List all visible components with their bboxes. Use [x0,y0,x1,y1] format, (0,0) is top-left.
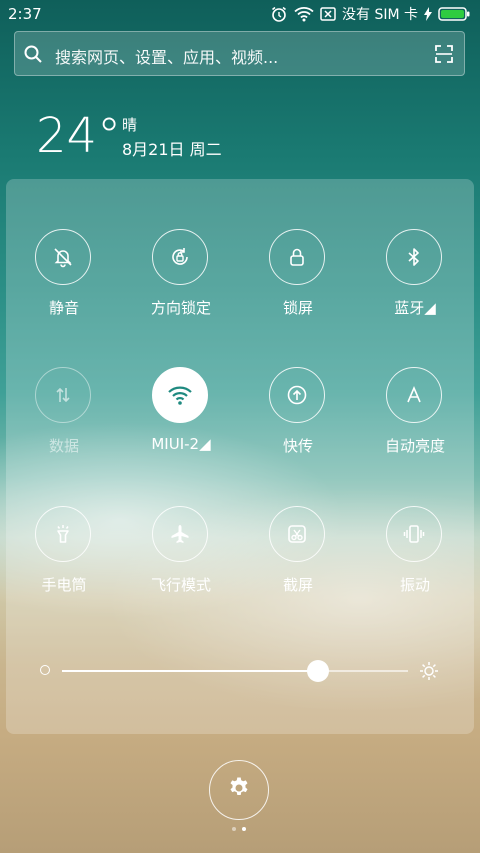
wifi-icon [152,367,208,423]
brightness-slider[interactable] [40,658,440,684]
toggle-auto-brightness[interactable]: 自动亮度 [357,367,473,477]
brightness-high-icon [418,660,440,686]
settings-button[interactable] [209,760,269,820]
toggle-label: MIUI-2◢ [151,435,211,453]
alarm-icon [270,5,288,23]
search-icon [23,44,43,68]
search-bar[interactable]: 搜索网页、设置、应用、视频... [14,31,465,76]
toggle-label: 数据 [48,437,79,455]
toggle-silent[interactable]: 静音 [6,229,122,339]
gear-icon [227,776,251,804]
quick-settings-panel: 静音 方向锁定 锁屏 蓝牙◢ 数据 MIUI-2◢ 快传 自动亮度 手电筒 飞行… [6,179,474,734]
toggle-label: 快传 [282,437,313,455]
bluetooth-icon [386,229,442,285]
toggle-vibrate[interactable]: 振动 [357,506,473,616]
toggle-airplane[interactable]: 飞行模式 [123,506,239,616]
page-indicator [232,827,246,831]
toggle-label: 自动亮度 [384,437,445,455]
toggle-label: 静音 [48,299,79,317]
airplane-icon [152,506,208,562]
data-arrows-icon [35,367,91,423]
brightness-fill [62,670,319,672]
scissors-icon [269,506,325,562]
status-icons: 没有 SIM 卡 [270,4,470,24]
flashlight-icon [35,506,91,562]
toggle-label: 截屏 [282,576,313,594]
toggle-quick-share[interactable]: 快传 [240,367,356,477]
page-dot-active [242,827,246,831]
brightness-thumb[interactable] [307,660,330,682]
lock-icon [269,229,325,285]
battery-icon [438,6,470,22]
search-placeholder: 搜索网页、设置、应用、视频... [55,48,279,67]
bell-off-icon [35,229,91,285]
page-dot [232,827,236,831]
toggle-flashlight[interactable]: 手电筒 [6,506,122,616]
upload-icon [269,367,325,423]
toggle-label: 蓝牙◢ [394,299,436,317]
vibrate-icon [386,506,442,562]
sim-status-text: 没有 SIM 卡 [342,7,418,23]
sim-none-icon [320,6,336,22]
weather-widget[interactable]: 24° 晴 8月21日 周二 [36,108,222,164]
weather-date: 8月21日 周二 [122,140,222,159]
status-bar: 2:37 没有 SIM 卡 [0,0,480,28]
wifi-icon [294,6,314,22]
toggle-data[interactable]: 数据 [6,367,122,477]
scan-icon[interactable] [434,44,454,68]
toggle-label: 方向锁定 [150,299,211,317]
weather-condition: 晴 [122,116,138,134]
toggle-bluetooth[interactable]: 蓝牙◢ [357,229,473,339]
toggle-label: 锁屏 [282,299,313,317]
toggle-screenshot[interactable]: 截屏 [240,506,356,616]
toggle-wifi[interactable]: MIUI-2◢ [123,367,239,477]
status-time: 2:37 [8,5,42,23]
toggle-label: 飞行模式 [150,576,211,594]
toggle-label: 手电筒 [41,576,87,594]
rotation-lock-icon [152,229,208,285]
charging-icon [424,7,432,21]
toggle-lock-screen[interactable]: 锁屏 [240,229,356,339]
letter-a-icon [386,367,442,423]
toggle-rotation-lock[interactable]: 方向锁定 [123,229,239,339]
temperature: 24° [36,108,122,164]
brightness-low-icon [40,665,50,675]
toggle-label: 振动 [399,576,430,594]
